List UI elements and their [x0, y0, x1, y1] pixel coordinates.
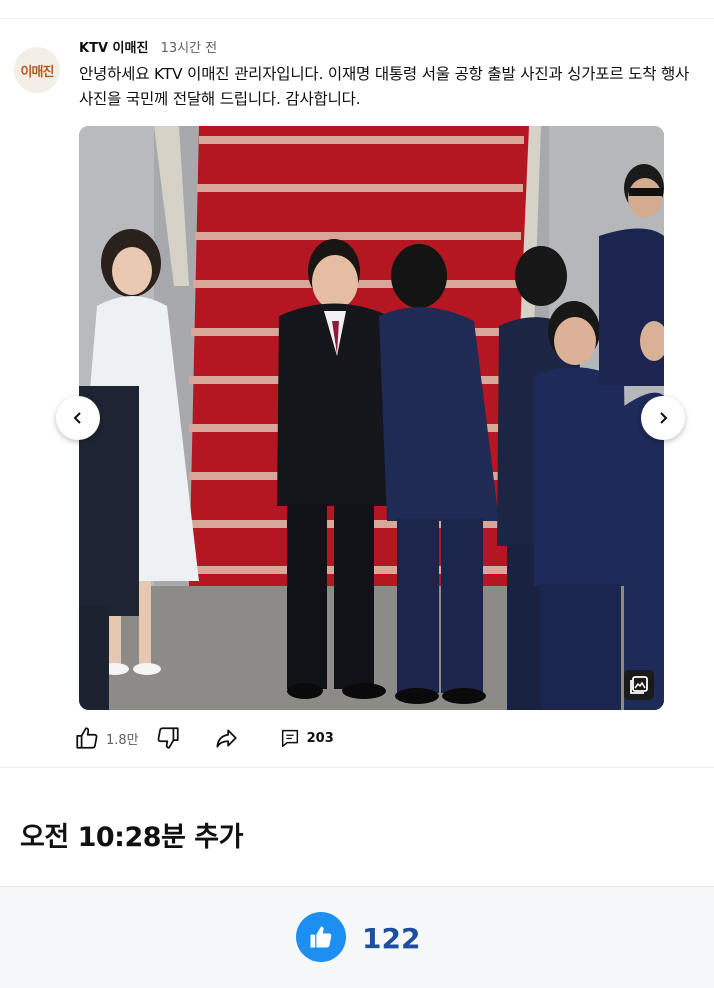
channel-avatar[interactable]: 이매진 [14, 47, 60, 93]
photo-illustration [79, 126, 664, 710]
comment-count: 203 [306, 730, 334, 746]
gallery-icon[interactable] [624, 670, 654, 700]
channel-name[interactable]: KTV 이매진 [79, 41, 148, 56]
added-time-note: 오전 10:28분 추가 [20, 822, 243, 853]
chevron-right-icon [660, 412, 668, 424]
avatar-logo-text: 이매진 [20, 64, 55, 80]
thumbs-up-icon [76, 727, 98, 749]
post-time[interactable]: 13시간 전 [161, 41, 218, 56]
share-icon [216, 729, 237, 748]
like-count: 1.8만 [106, 732, 139, 748]
footer-like-count: 122 [362, 922, 421, 955]
comment-button[interactable]: 203 [279, 727, 334, 749]
share-button[interactable] [213, 725, 239, 751]
like-button[interactable]: 1.8만 [74, 725, 155, 751]
footer-like-button[interactable] [296, 912, 346, 962]
previous-image-button[interactable] [56, 396, 100, 440]
post-photo[interactable] [79, 126, 664, 710]
comment-icon [281, 729, 298, 747]
thumbs-up-icon [310, 926, 332, 948]
community-post: 이매진 KTV 이매진 13시간 전 안녕하세요 KTV 이매진 관리자입니다.… [0, 18, 714, 768]
post-actions: 1.8만 203 [74, 725, 334, 751]
next-image-button[interactable] [641, 396, 685, 440]
footer-like-bar: 122 [0, 886, 714, 988]
post-meta: KTV 이매진 13시간 전 [79, 37, 217, 56]
thumbs-down-icon [157, 727, 179, 749]
post-text: 안녕하세요 KTV 이매진 관리자입니다. 이재명 대통령 서울 공항 출발 사… [79, 65, 690, 108]
chevron-left-icon [73, 412, 81, 424]
dislike-button[interactable] [155, 725, 181, 751]
